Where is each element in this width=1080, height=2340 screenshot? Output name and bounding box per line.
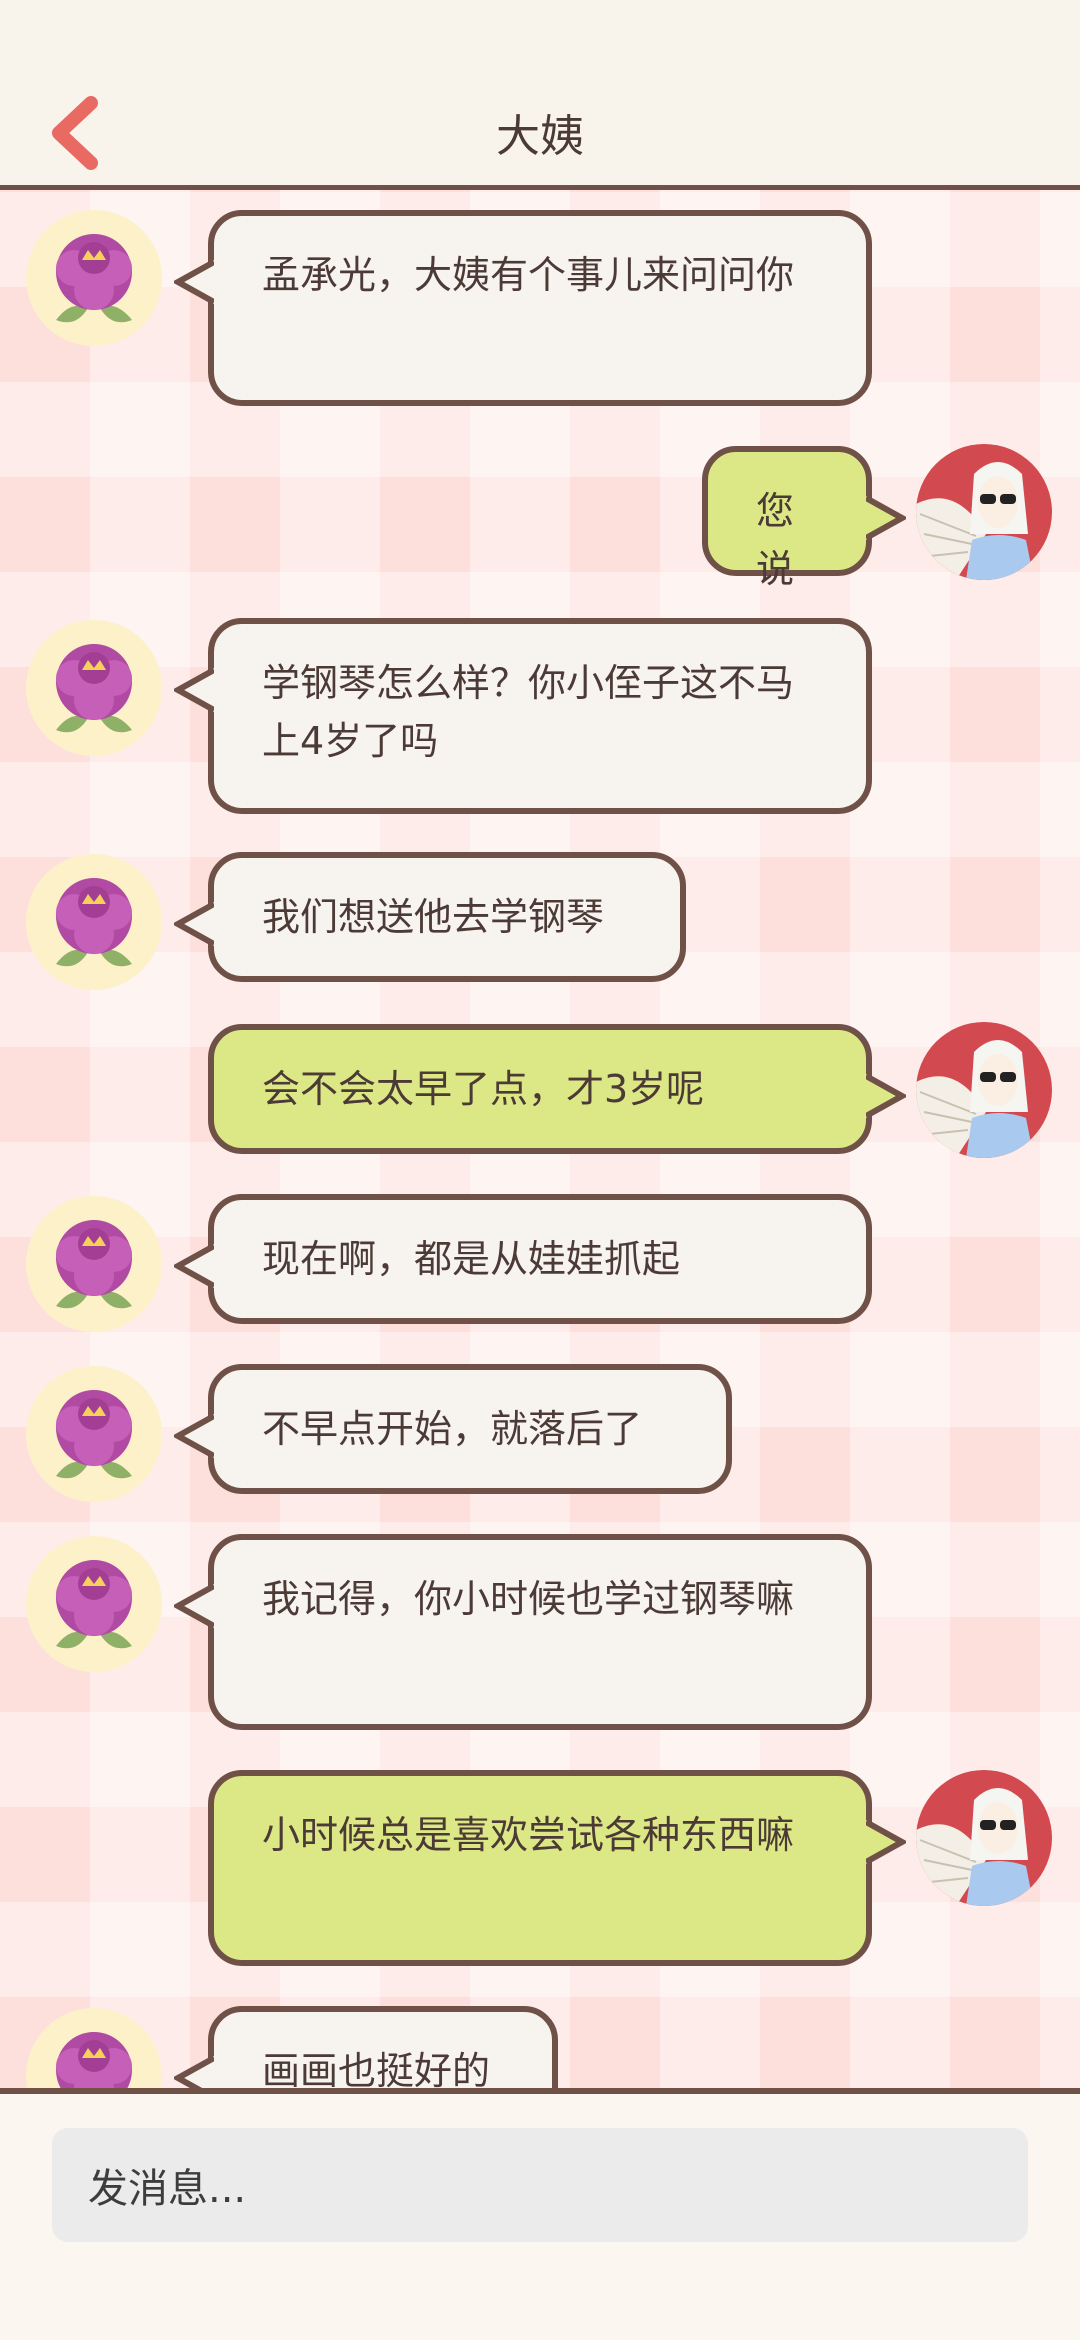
peony-icon [56, 878, 132, 967]
peony-icon [56, 1220, 132, 1309]
aunt-avatar[interactable] [26, 210, 162, 346]
message-bubble[interactable]: 现在啊，都是从娃娃抓起 [174, 1194, 872, 1324]
message-input-placeholder: 发消息... [88, 2166, 247, 2212]
bubble-tail [866, 1820, 906, 1864]
message-bubble[interactable]: 我记得，你小时候也学过钢琴嘛 [174, 1534, 872, 1730]
peony-icon [56, 1560, 132, 1649]
user-portrait-icon [916, 462, 1034, 580]
message-bubble[interactable]: 不早点开始，就落后了 [174, 1364, 732, 1494]
my-avatar[interactable] [916, 444, 1052, 580]
peony-icon [56, 234, 132, 323]
chat-header: 大姨 [0, 0, 1080, 190]
message-text: 您说 [756, 489, 795, 591]
message-text: 现在啊，都是从娃娃抓起 [262, 1237, 681, 1281]
message-bubble[interactable]: 您说 [702, 446, 906, 591]
message-text: 我们想送他去学钢琴 [262, 895, 605, 939]
message-text: 画画也挺好的 [262, 2049, 491, 2092]
message-input[interactable]: 发消息... [52, 2128, 1028, 2242]
message-bubble[interactable]: 我们想送他去学钢琴 [174, 852, 686, 982]
bubble-tail [174, 1584, 214, 1628]
message-bubble[interactable]: 画画也挺好的 [174, 2006, 558, 2092]
bubble-tail [174, 668, 214, 712]
message-text: 孟承光，大姨有个事儿来问问你 [262, 253, 795, 297]
peony-icon [56, 644, 132, 733]
bubble-tail [866, 1074, 906, 1118]
message-text: 我记得，你小时候也学过钢琴嘛 [262, 1577, 795, 1621]
composer: 发消息... [0, 2094, 1080, 2340]
aunt-avatar[interactable] [26, 1366, 162, 1502]
aunt-avatar[interactable] [26, 1196, 162, 1332]
peony-icon [56, 2032, 132, 2092]
message-text: 不早点开始，就落后了 [262, 1407, 643, 1451]
bubble-tail [174, 902, 214, 946]
user-portrait-icon [916, 1040, 1034, 1158]
message-bubble[interactable]: 小时候总是喜欢尝试各种东西嘛 [208, 1770, 906, 1966]
aunt-avatar[interactable] [26, 620, 162, 756]
my-avatar[interactable] [916, 1022, 1052, 1158]
bubble-tail [174, 1244, 214, 1288]
bubble-tail [174, 2056, 214, 2092]
bubble-tail [174, 260, 214, 304]
user-portrait-icon [916, 1788, 1034, 1906]
aunt-avatar[interactable] [26, 2008, 162, 2092]
aunt-avatar[interactable] [26, 854, 162, 990]
aunt-avatar[interactable] [26, 1536, 162, 1672]
message-bubble[interactable]: 会不会太早了点，才3岁呢 [208, 1024, 906, 1154]
message-text: 小时候总是喜欢尝试各种东西嘛 [262, 1813, 795, 1857]
bubble-tail [174, 1414, 214, 1458]
chat-title: 大姨 [496, 111, 584, 162]
my-avatar[interactable] [916, 1770, 1052, 1906]
message-text: 学钢琴怎么样？你小侄子这不马上4岁了吗 [262, 661, 795, 763]
message-bubble[interactable]: 学钢琴怎么样？你小侄子这不马上4岁了吗 [174, 618, 872, 814]
bubble-tail [866, 496, 906, 540]
peony-icon [56, 1390, 132, 1479]
message-list[interactable]: 孟承光，大姨有个事儿来问问你 您说 学钢琴怎么样？你小侄子这不马上4岁了吗 我们… [0, 190, 1080, 2092]
message-bubble[interactable]: 孟承光，大姨有个事儿来问问你 [174, 210, 872, 406]
message-text: 会不会太早了点，才3岁呢 [262, 1067, 705, 1111]
